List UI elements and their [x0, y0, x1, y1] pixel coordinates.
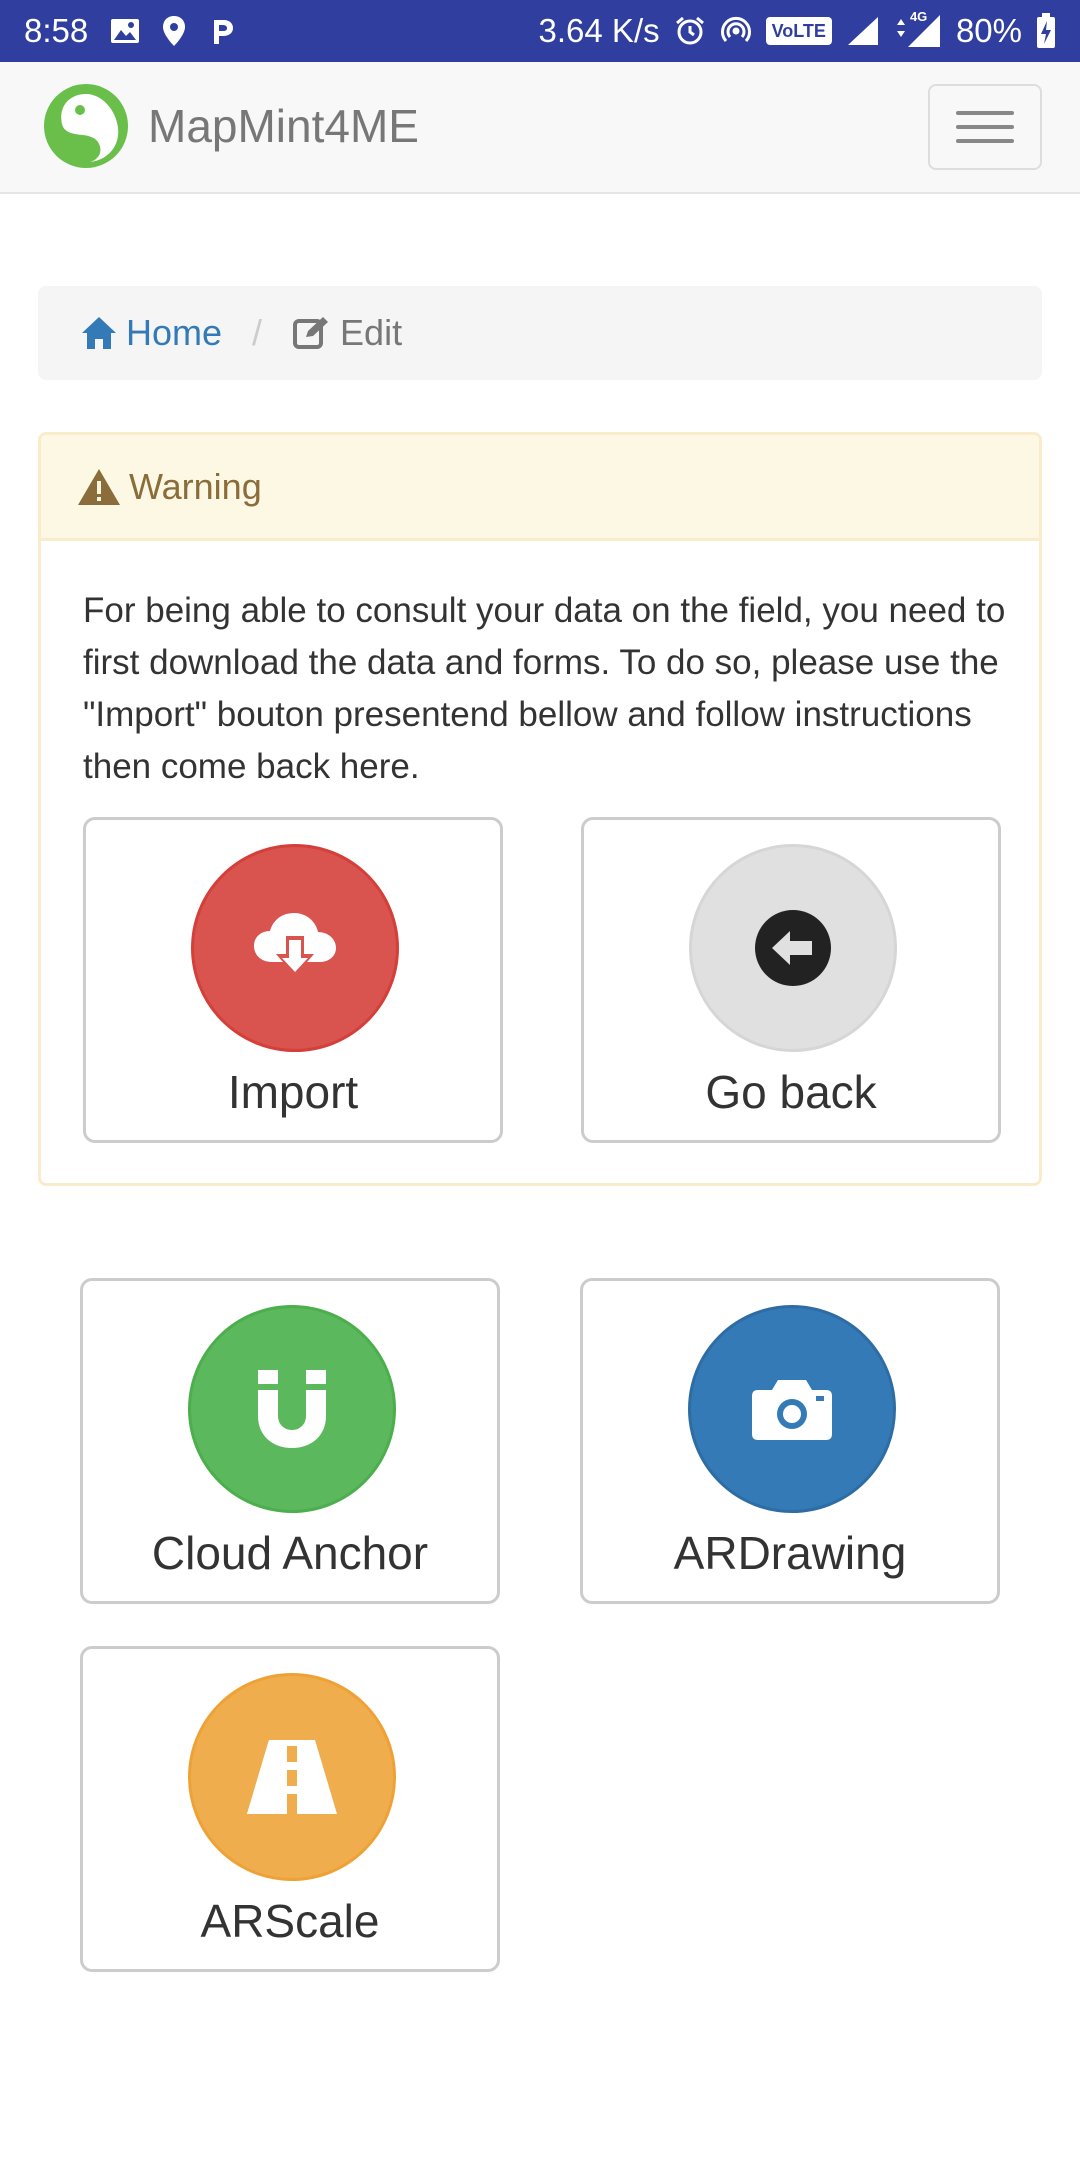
- breadcrumb-current-label: Edit: [340, 312, 403, 353]
- brand-name[interactable]: MapMint4ME: [148, 100, 419, 152]
- cloud-anchor-label: Cloud Anchor: [151, 1527, 429, 1579]
- location-pin-icon: [162, 15, 186, 47]
- breadcrumb-separator: /: [252, 312, 263, 353]
- warning-title: Warning: [129, 465, 262, 507]
- ardrawing-button[interactable]: ARDrawing: [580, 1278, 1000, 1604]
- network-speed: 3.64 K/s: [538, 12, 660, 49]
- hamburger-bar: [956, 139, 1014, 143]
- go-back-label: Go back: [705, 1066, 877, 1118]
- import-circle: [191, 844, 399, 1052]
- status-bar: 8:58 3.64 K/s VoLTE 4G 80%: [0, 0, 1080, 62]
- hamburger-bar: [956, 111, 1014, 115]
- warning-icon: [78, 468, 120, 505]
- ardrawing-circle: [688, 1305, 896, 1513]
- network-type: 4G: [909, 9, 928, 24]
- go-back-circle: [689, 844, 897, 1052]
- breadcrumb-current: Edit: [292, 312, 402, 354]
- arscale-label: ARScale: [200, 1895, 380, 1947]
- signal-icon: [846, 15, 880, 47]
- edit-icon: [293, 317, 329, 349]
- magnet-icon: [258, 1370, 326, 1448]
- clock: 8:58: [24, 12, 89, 49]
- ardrawing-label: ARDrawing: [673, 1527, 907, 1579]
- signal-4g-icon: 4G: [894, 9, 942, 49]
- road-icon: [247, 1740, 337, 1814]
- warning-message: For being able to consult your data on t…: [83, 591, 1006, 786]
- hotspot-icon: [720, 15, 752, 47]
- import-button[interactable]: Import: [83, 817, 503, 1143]
- breadcrumb: Home / Edit: [38, 286, 1042, 380]
- warning-panel: Warning For being able to consult your d…: [38, 432, 1042, 1186]
- menu-toggle-button[interactable]: [928, 84, 1042, 170]
- battery-charging-icon: [1036, 13, 1056, 49]
- warning-panel-heading: Warning: [41, 435, 1039, 541]
- volte-badge: VoLTE: [765, 17, 832, 45]
- camera-icon: [752, 1380, 832, 1440]
- image-icon: [110, 17, 140, 45]
- cloud-download-icon: [254, 913, 336, 976]
- home-icon: [82, 317, 116, 349]
- go-back-button[interactable]: Go back: [581, 817, 1001, 1143]
- breadcrumb-home-label: Home: [126, 312, 223, 353]
- import-label: Import: [227, 1066, 359, 1118]
- mapmint-logo-icon[interactable]: [44, 84, 128, 168]
- cloud-anchor-button[interactable]: Cloud Anchor: [80, 1278, 500, 1604]
- breadcrumb-home-link[interactable]: Home: [80, 312, 222, 354]
- hamburger-bar: [956, 125, 1014, 129]
- cloud-anchor-circle: [188, 1305, 396, 1513]
- arscale-circle: [188, 1673, 396, 1881]
- parking-app-icon: [208, 16, 236, 46]
- battery-percent: 80%: [955, 12, 1022, 49]
- arscale-button[interactable]: ARScale: [80, 1646, 500, 1972]
- navbar: MapMint4ME: [0, 62, 1080, 194]
- arrow-circle-left-icon: [755, 910, 831, 986]
- alarm-icon: [674, 15, 706, 47]
